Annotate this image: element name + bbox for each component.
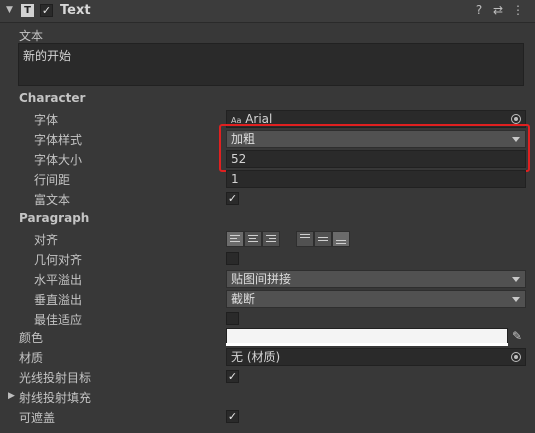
text-area-input[interactable]: 新的开始: [18, 43, 524, 86]
red-highlight-box: [219, 124, 530, 172]
vertical-overflow-dropdown[interactable]: 截断: [226, 290, 526, 308]
best-fit-checkbox[interactable]: [226, 312, 239, 325]
align-right-button[interactable]: [262, 231, 280, 247]
foldout-arrow-icon[interactable]: ▼: [6, 5, 13, 15]
align-center-button[interactable]: [244, 231, 262, 247]
align-top-button[interactable]: [296, 231, 314, 247]
eyedropper-icon[interactable]: ✎: [509, 329, 525, 345]
chevron-down-icon: [512, 297, 520, 302]
horizontal-overflow-label: 水平溢出: [34, 273, 83, 287]
vertical-overflow-value: 截断: [231, 292, 256, 306]
maskable-checkbox[interactable]: ✓: [226, 410, 239, 423]
font-size-label: 字体大小: [34, 153, 83, 167]
material-label: 材质: [19, 351, 44, 365]
font-label: 字体: [34, 113, 59, 127]
horizontal-overflow-value: 贴图间拼接: [231, 272, 292, 286]
context-menu-icon[interactable]: ⋮: [511, 3, 525, 17]
color-label: 颜色: [19, 331, 44, 345]
best-fit-label: 最佳适应: [34, 313, 83, 327]
text-label: 文本: [19, 29, 44, 43]
color-alpha-bar: [226, 343, 508, 346]
line-spacing-input[interactable]: 1: [226, 170, 526, 188]
material-value: 无 (材质): [231, 350, 281, 364]
character-heading: Character: [19, 91, 86, 105]
raycast-padding-label[interactable]: 射线投射填充: [19, 389, 91, 406]
horizontal-overflow-dropdown[interactable]: 贴图间拼接: [226, 270, 526, 288]
line-spacing-label: 行间距: [34, 173, 71, 187]
component-enabled-checkbox[interactable]: ✓: [40, 4, 53, 17]
raycast-target-label: 光线投射目标: [19, 371, 92, 385]
object-picker-icon[interactable]: [511, 352, 521, 362]
text-component-icon: T: [21, 4, 34, 17]
component-title: Text: [60, 3, 91, 18]
vertical-overflow-label: 垂直溢出: [34, 293, 83, 307]
rich-text-label: 富文本: [34, 193, 71, 207]
preset-icon[interactable]: ⇄: [491, 3, 505, 17]
align-left-button[interactable]: [226, 231, 244, 247]
rich-text-checkbox[interactable]: ✓: [226, 192, 239, 205]
material-object-field[interactable]: 无 (材质): [226, 348, 526, 366]
paragraph-heading: Paragraph: [19, 211, 90, 225]
geometry-checkbox[interactable]: [226, 252, 239, 265]
object-picker-icon[interactable]: [511, 114, 521, 124]
maskable-label: 可遮盖: [19, 411, 56, 425]
alignment-label: 对齐: [34, 233, 59, 247]
foldout-arrow-right-icon[interactable]: ▶: [8, 391, 15, 401]
help-icon[interactable]: ?: [472, 3, 486, 17]
align-middle-button[interactable]: [314, 231, 332, 247]
chevron-down-icon: [512, 277, 520, 282]
align-bottom-button[interactable]: [332, 231, 350, 247]
font-style-label: 字体样式: [34, 133, 83, 147]
raycast-target-checkbox[interactable]: ✓: [226, 370, 239, 383]
geometry-label: 几何对齐: [34, 253, 83, 267]
